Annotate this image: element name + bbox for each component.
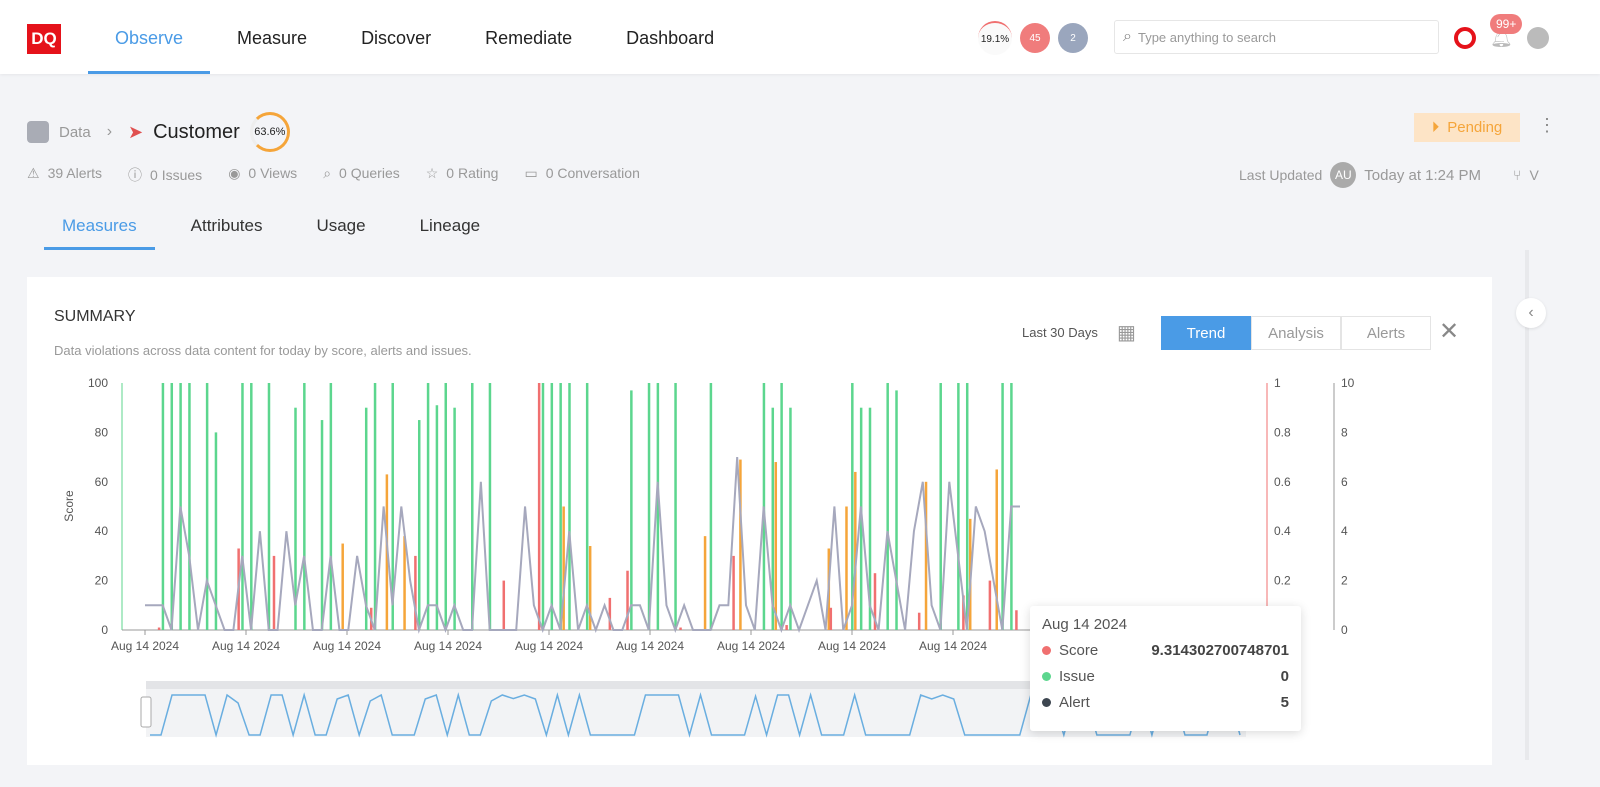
nav-discover[interactable]: Discover	[334, 0, 458, 74]
eye-icon: ◉	[228, 165, 241, 181]
version-label[interactable]: V	[1529, 167, 1538, 183]
trend-button[interactable]: Trend	[1161, 316, 1251, 350]
alert-dot	[1042, 698, 1051, 707]
collapse-panel-button[interactable]: ‹	[1516, 298, 1546, 328]
view-toggle: Trend Analysis Alerts	[1161, 316, 1431, 350]
alerts-label: 39 Alerts	[47, 165, 103, 181]
tooltip-row-alert: Alert 5	[1042, 694, 1289, 711]
dq-logo[interactable]: DQ	[27, 24, 61, 54]
breadcrumb: Data › ➤ Customer 63.6%	[27, 112, 290, 152]
data-icon	[27, 121, 49, 143]
nav-remediate[interactable]: Remediate	[458, 0, 599, 74]
status-label: Pending	[1447, 119, 1503, 136]
tooltip-label: Score	[1059, 642, 1099, 659]
alerts-button[interactable]: Alerts	[1341, 316, 1431, 350]
content-tabs: Measures Attributes Usage Lineage	[44, 212, 516, 250]
chart-tooltip: Aug 14 2024 Score 9.314302700748701 Issue…	[1030, 606, 1301, 731]
tooltip-value: 0	[1280, 668, 1289, 685]
nav-dashboard[interactable]: Dashboard	[599, 0, 741, 74]
score-dot	[1042, 646, 1051, 655]
tooltip-value: 5	[1280, 694, 1289, 711]
issues-label: 0 Issues	[150, 167, 203, 183]
warning-icon: ⚠	[27, 165, 40, 181]
rating-label: 0 Rating	[446, 165, 499, 181]
tooltip-row-issue: Issue 0	[1042, 668, 1289, 685]
date-range[interactable]: Last 30 Days	[1022, 325, 1098, 340]
search-placeholder: Type anything to search	[1137, 29, 1276, 45]
top-header: DQ Observe Measure Discover Remediate Da…	[0, 0, 1600, 74]
last-updated: Last Updated AU Today at 1:24 PM ⑂ V	[1239, 162, 1539, 188]
issue-count-badge[interactable]: 2	[1058, 23, 1088, 53]
last-updated-label: Last Updated	[1239, 167, 1323, 183]
alerts-count[interactable]: ⚠ 39 Alerts	[27, 165, 102, 185]
views-count[interactable]: ◉ 0 Views	[228, 165, 297, 185]
search-input[interactable]: ⌕ Type anything to search	[1114, 20, 1439, 54]
close-icon[interactable]: ✕	[1439, 317, 1459, 346]
rating-count[interactable]: ☆ 0 Rating	[426, 165, 499, 185]
views-label: 0 Views	[248, 165, 298, 181]
analysis-button[interactable]: Analysis	[1251, 316, 1341, 350]
summary-title: SUMMARY	[54, 308, 136, 325]
page-title: Customer	[153, 120, 240, 143]
more-options-icon[interactable]: ⋮	[1538, 115, 1556, 136]
tab-lineage[interactable]: Lineage	[402, 212, 499, 250]
notification-badge: 99+	[1490, 14, 1523, 34]
last-updated-time: Today at 1:24 PM	[1364, 166, 1482, 184]
query-icon: ⌕	[323, 165, 332, 181]
chevron-right-icon: ›	[106, 123, 113, 140]
comment-icon: ▭	[524, 165, 538, 181]
issue-dot	[1042, 672, 1051, 681]
exclamation-icon: ⓘ	[128, 167, 143, 183]
nav-measure[interactable]: Measure	[210, 0, 334, 74]
star-icon: ☆	[425, 165, 439, 181]
queries-label: 0 Queries	[339, 165, 400, 181]
play-circle-icon: ⏵	[1431, 119, 1440, 136]
status-badge[interactable]: ⏵ Pending	[1414, 113, 1520, 142]
avatar: AU	[1330, 162, 1357, 188]
meta-bar: ⚠ 39 Alerts ⓘ 0 Issues ◉ 0 Views ⌕ 0 Queries…	[27, 165, 640, 185]
score-ring[interactable]: 19.1%	[978, 21, 1012, 55]
table-icon: ➤	[128, 121, 144, 142]
tab-attributes[interactable]: Attributes	[173, 212, 281, 250]
queries-count[interactable]: ⌕ 0 Queries	[323, 165, 400, 185]
main-nav: Observe Measure Discover Remediate Dashb…	[88, 0, 741, 74]
tooltip-row-score: Score 9.314302700748701	[1042, 642, 1289, 659]
tooltip-date: Aug 14 2024	[1042, 616, 1128, 633]
user-avatar-icon[interactable]	[1527, 27, 1549, 49]
tooltip-label: Alert	[1059, 694, 1090, 711]
nav-observe[interactable]: Observe	[88, 0, 211, 74]
brand-icon[interactable]	[1454, 27, 1476, 49]
issues-count[interactable]: ⓘ 0 Issues	[128, 165, 202, 185]
summary-subtitle: Data violations across data content for …	[54, 343, 472, 358]
tooltip-label: Issue	[1059, 668, 1095, 685]
calendar-icon[interactable]: ▦	[1117, 320, 1136, 345]
dq-score-ring: 63.6%	[249, 112, 290, 152]
breadcrumb-data[interactable]: Data	[59, 124, 91, 141]
conversation-count[interactable]: ▭ 0 Conversation	[524, 165, 639, 185]
search-icon: ⌕	[1123, 28, 1132, 45]
tooltip-value: 9.314302700748701	[1151, 642, 1289, 659]
conversation-label: 0 Conversation	[545, 165, 640, 181]
alert-count-badge[interactable]: 45	[1020, 23, 1050, 53]
tab-measures[interactable]: Measures	[44, 212, 155, 250]
branch-icon[interactable]: ⑂	[1513, 167, 1521, 183]
tab-usage[interactable]: Usage	[298, 212, 383, 250]
